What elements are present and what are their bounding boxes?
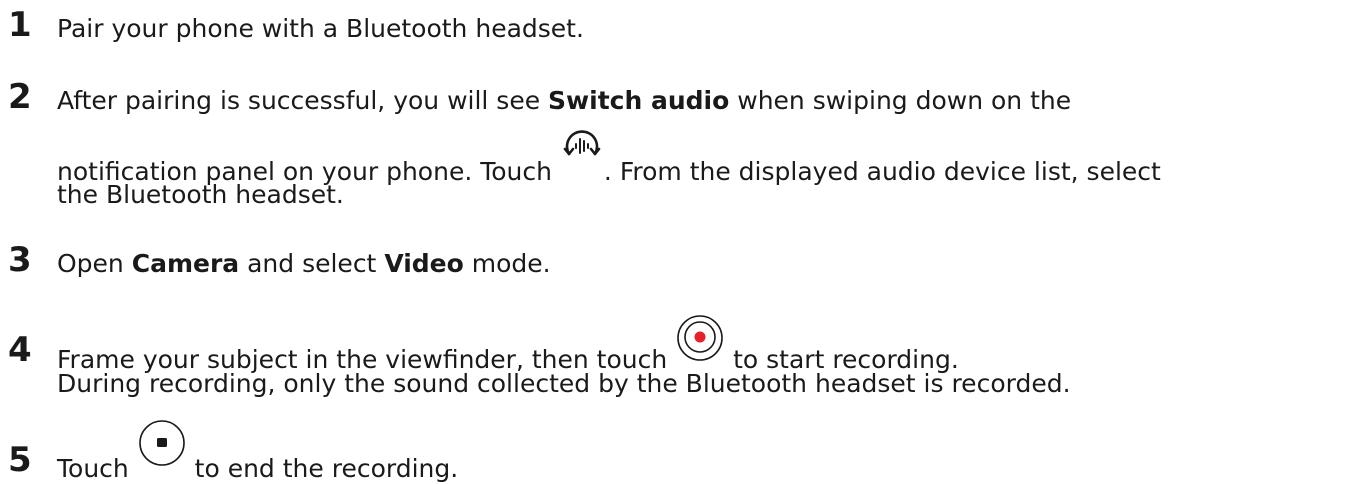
text-run: mode. [463,249,551,278]
step-text-line-3: the Bluetooth headset. [57,180,1339,210]
step-number: 1 [8,5,32,45]
step-text: Open Camera and select Video mode. [57,249,1339,279]
step-text: Pair your phone with a Bluetooth headset… [57,14,1339,44]
step-1-text: Pair your phone with a Bluetooth headset… [57,14,584,43]
text-run: the Bluetooth headset. [57,180,344,209]
record-button-icon [675,315,725,368]
text-run: After pairing is successful, you will se… [57,86,549,115]
text-run: and select [239,249,385,278]
switch-audio-label: Switch audio [548,86,730,115]
step-text: Touch to end the recording. [57,420,1339,484]
step-number: 4 [8,330,32,370]
camera-label: Camera [131,249,240,278]
video-label: Video [384,249,464,278]
text-run: Open [57,249,132,278]
text-run: when swiping down on the [729,86,1072,115]
step-text-line-1: After pairing is successful, you will se… [57,86,1339,116]
step-number: 5 [8,440,32,480]
text-run: Touch [57,454,137,483]
text-run: to end the recording. [186,454,459,483]
text-run: During recording, only the sound collect… [57,369,1071,398]
step-text-line-2: During recording, only the sound collect… [57,369,1339,399]
stop-button-icon [137,420,187,477]
step-number: 2 [8,77,32,117]
switch-audio-icon [560,130,604,180]
step-number: 3 [8,240,32,280]
